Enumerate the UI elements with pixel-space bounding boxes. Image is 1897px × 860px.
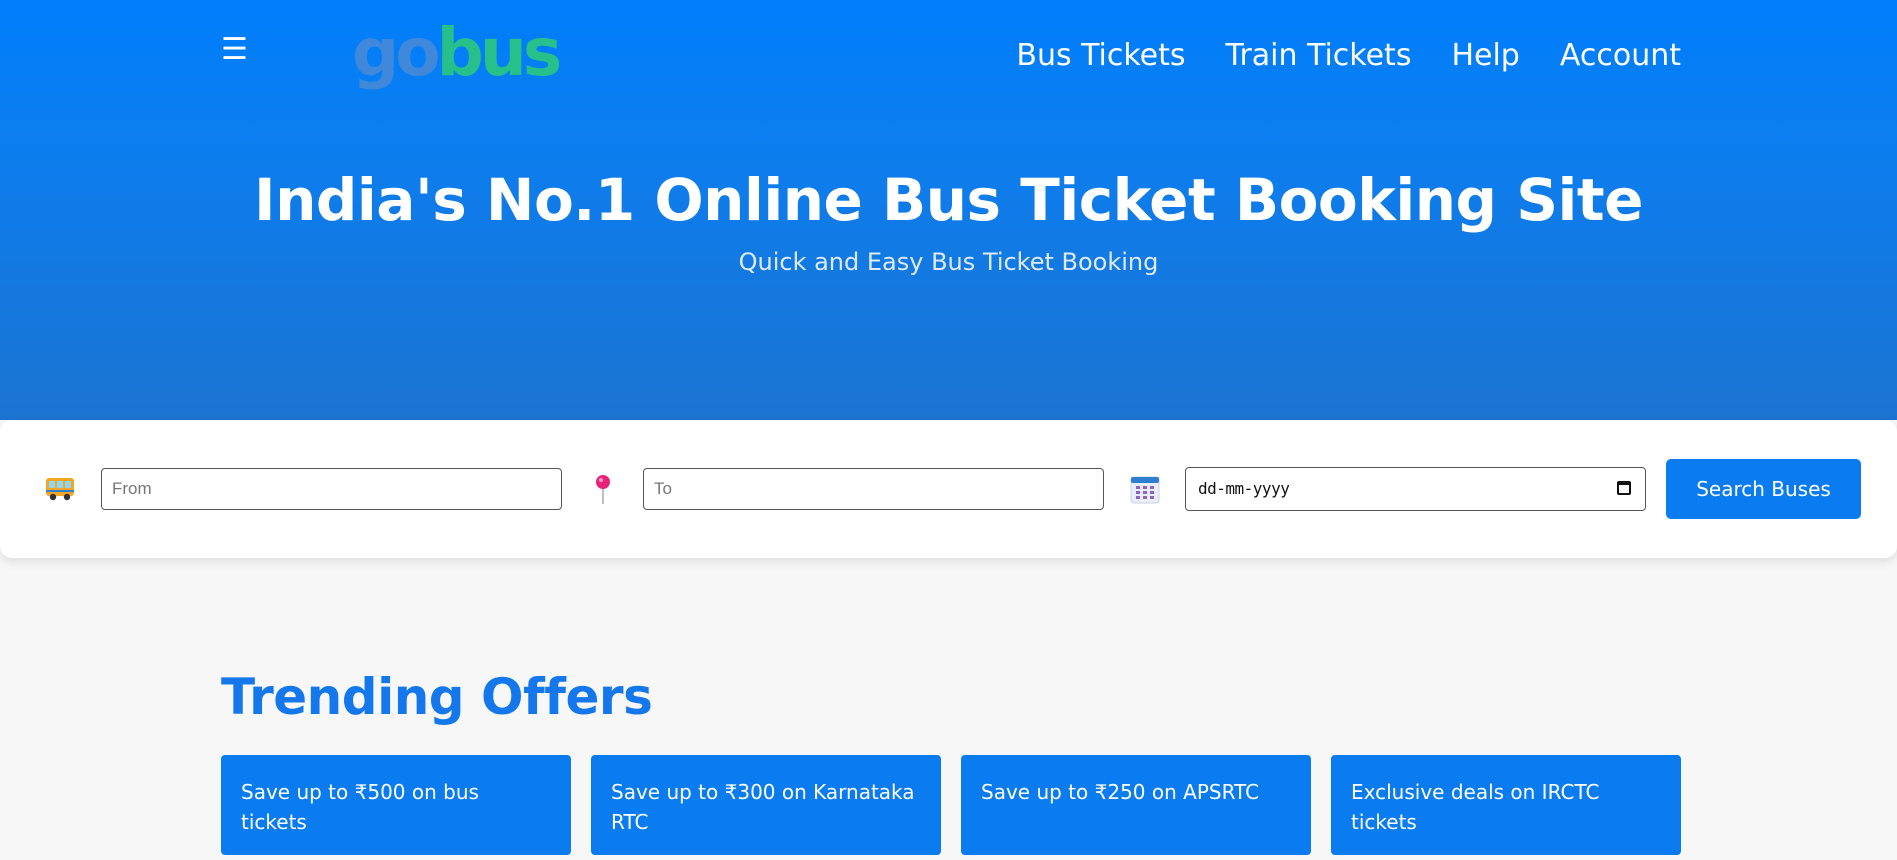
date-placeholder: dd-mm-yyyy: [1198, 479, 1290, 498]
logo-part-bus: bus: [436, 14, 562, 91]
date-picker-icon[interactable]: [1617, 481, 1631, 495]
nav-train-tickets[interactable]: Train Tickets: [1226, 34, 1412, 78]
from-input[interactable]: [101, 468, 562, 510]
logo-part-go: go: [352, 14, 441, 91]
date-input[interactable]: dd-mm-yyyy: [1185, 467, 1646, 511]
top-navbar: ☰ gobus Bus Tickets Train Tickets Help A…: [0, 0, 1897, 118]
calendar-icon: [1129, 473, 1161, 505]
main-nav: Bus Tickets Train Tickets Help Account: [1016, 34, 1681, 78]
offer-card[interactable]: Save up to ₹250 on APSRTC: [961, 755, 1311, 855]
nav-help[interactable]: Help: [1451, 34, 1519, 78]
location-pin-icon: [587, 473, 619, 505]
hero-title: India's No.1 Online Bus Ticket Booking S…: [254, 166, 1643, 234]
offers-list: Save up to ₹500 on bus tickets Save up t…: [221, 755, 1681, 855]
hamburger-menu-icon[interactable]: ☰: [221, 35, 248, 65]
nav-account[interactable]: Account: [1560, 34, 1681, 78]
hero-header: ☰ gobus Bus Tickets Train Tickets Help A…: [0, 0, 1897, 420]
bus-icon: [44, 473, 76, 505]
offer-card[interactable]: Exclusive deals on IRCTC tickets: [1331, 755, 1681, 855]
trending-offers-title: Trending Offers: [221, 668, 653, 726]
offer-card[interactable]: Save up to ₹500 on bus tickets: [221, 755, 571, 855]
to-input[interactable]: [643, 468, 1104, 510]
nav-bus-tickets[interactable]: Bus Tickets: [1016, 34, 1185, 78]
search-buses-button[interactable]: Search Buses: [1666, 459, 1861, 519]
logo[interactable]: gobus: [352, 8, 562, 98]
hero-subtitle: Quick and Easy Bus Ticket Booking: [738, 248, 1159, 276]
offer-card[interactable]: Save up to ₹300 on Karnataka RTC: [591, 755, 941, 855]
search-bar: dd-mm-yyyy Search Buses: [0, 420, 1897, 558]
